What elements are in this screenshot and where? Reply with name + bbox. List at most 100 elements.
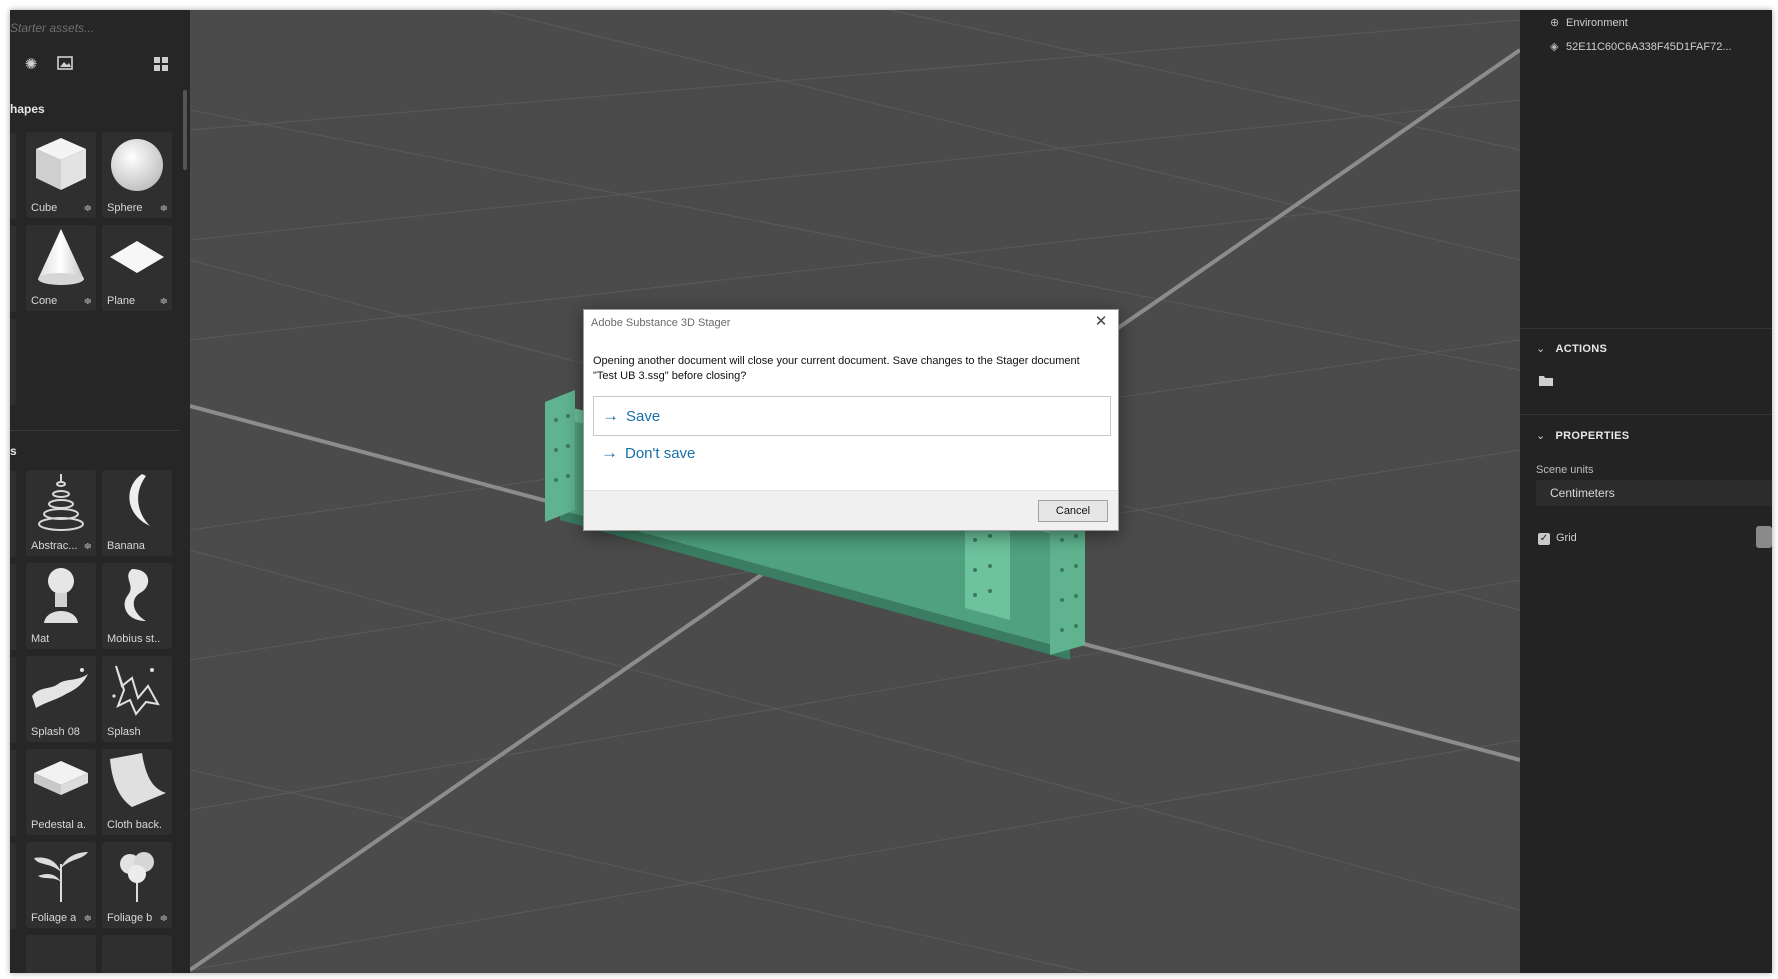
partial-tile [10,471,16,557]
asset-tile-sphere[interactable]: Sphere ≑ [102,132,172,218]
assets-search-input[interactable]: Starter assets... [10,18,180,40]
asset-label: Mat [31,633,50,645]
splash-icon [112,665,160,716]
asset-tile-splash-08[interactable]: Splash 08 [26,656,96,742]
chevron-down-icon: ⌄ [1536,430,1546,442]
partial-tile [10,319,16,405]
partial-tile [10,133,16,219]
banana-icon [129,474,150,526]
arrow-right-icon: → [602,406,619,425]
asset-tile-cone[interactable]: Cone ≑ [26,225,96,311]
panel-divider [1520,328,1772,329]
asset-tile-cloth-backdrop[interactable]: Cloth back... [102,749,172,835]
light-icon[interactable]: ✺ [22,56,40,74]
actions-header[interactable]: ⌄ ACTIONS [1536,342,1607,355]
asset-tile-foliage-a[interactable]: Foliage a ≑ [26,842,96,928]
assets-panel: Starter assets... ✺ hapes Cube ≑ Sphere … [10,10,190,973]
cloth-backdrop-icon [110,753,166,807]
options-icon[interactable]: ≑ [160,913,168,924]
splash-icon [32,668,88,708]
asset-tile-splash[interactable]: Splash [102,656,172,742]
asset-tile[interactable] [102,935,172,973]
options-icon[interactable]: ≑ [160,203,168,214]
asset-label: Splash [107,726,141,738]
save-button[interactable]: → Save [593,396,1111,436]
grid-settings-button[interactable] [1756,526,1772,548]
asset-label: Mobius st... [107,633,161,645]
asset-label: Cube [31,202,58,214]
search-placeholder: Starter assets... [10,21,95,35]
model-icon: ◈ [1550,41,1559,53]
options-icon[interactable]: ≑ [84,541,92,552]
asset-tile[interactable] [26,935,96,973]
stager-app-window: Starter assets... ✺ hapes Cube ≑ Sphere … [10,10,1772,973]
asset-label: Foliage a [31,912,77,924]
foliage-icon [120,852,154,902]
section-title-models: s [10,444,17,458]
asset-tile-pedestal[interactable]: Pedestal a... [26,749,96,835]
asset-tile-mat[interactable]: Mat [26,563,96,649]
dialog-footer: Cancel [584,490,1118,530]
asset-label: Cloth back... [107,819,161,831]
options-icon[interactable]: ≑ [160,296,168,307]
grid-checkbox[interactable]: ✓ [1538,533,1550,545]
options-icon[interactable]: ≑ [84,296,92,307]
partial-tile [10,657,16,743]
panel-divider [1520,414,1772,415]
actions-header-label: ACTIONS [1555,343,1608,355]
globe-icon: ⊕ [1550,17,1560,29]
mobius-strip-icon [124,569,149,621]
asset-tile-abstract[interactable]: Abstrac... ≑ [26,470,96,556]
assets-scrollbar[interactable] [183,90,187,170]
save-label: Save [626,408,661,425]
partial-tile [10,750,16,836]
options-icon[interactable]: ≑ [84,913,92,924]
asset-tile-cube[interactable]: Cube ≑ [26,132,96,218]
grid-label: Grid [1556,532,1577,544]
partial-tile [10,843,16,929]
abstract-spiral-icon [38,474,84,531]
chevron-down-icon: ⌄ [1536,343,1546,355]
properties-header-label: PROPERTIES [1555,430,1630,442]
asset-label: Abstrac... [31,540,78,552]
asset-label: Sphere [107,202,143,214]
asset-label: Pedestal a... [31,819,85,831]
plane-icon [110,241,164,273]
scene-units-label: Scene units [1536,464,1594,476]
asset-label: Foliage b [107,912,153,924]
asset-label: Plane [107,295,136,307]
right-panel: ⊕ Environment ◈ 52E11C60C6A338F45D1FAF72..… [1520,10,1772,973]
dialog-title: Adobe Substance 3D Stager [591,317,731,329]
dont-save-button[interactable]: → Don't save [593,434,1111,474]
pedestal-icon [34,761,88,795]
asset-tile-plane[interactable]: Plane ≑ [102,225,172,311]
asset-tile-foliage-b[interactable]: Foliage b ≑ [102,842,172,928]
dont-save-label: Don't save [625,445,696,462]
grid-view-icon[interactable] [152,56,170,74]
section-title-shapes: hapes [10,102,45,116]
close-icon[interactable]: ✕ [1092,313,1110,331]
folder-icon[interactable] [1538,374,1554,391]
asset-tile-banana[interactable]: Banana [102,470,172,556]
cube-icon [36,138,86,190]
section-divider [10,430,180,431]
partial-tile [10,564,16,650]
cone-icon [38,229,84,285]
partial-tile [10,226,16,312]
foliage-icon [34,852,88,902]
mannequin-icon [44,568,78,623]
image-icon[interactable] [56,56,74,74]
scene-tree-item-model[interactable]: ◈ 52E11C60C6A338F45D1FAF72... [1550,40,1732,53]
scene-tree-label: 52E11C60C6A338F45D1FAF72... [1566,41,1732,53]
sphere-icon [111,139,163,191]
scene-units-select[interactable]: Centimeters [1536,480,1772,506]
asset-label: Banana [107,540,145,552]
cancel-button[interactable]: Cancel [1038,500,1108,522]
asset-tile-mobius[interactable]: Mobius st... [102,563,172,649]
scene-tree-item-environment[interactable]: ⊕ Environment [1550,16,1628,29]
options-icon[interactable]: ≑ [84,203,92,214]
asset-label: Cone [31,295,58,307]
properties-header[interactable]: ⌄ PROPERTIES [1536,429,1629,442]
arrow-right-icon: → [601,443,618,462]
asset-label: Splash 08 [31,726,80,738]
